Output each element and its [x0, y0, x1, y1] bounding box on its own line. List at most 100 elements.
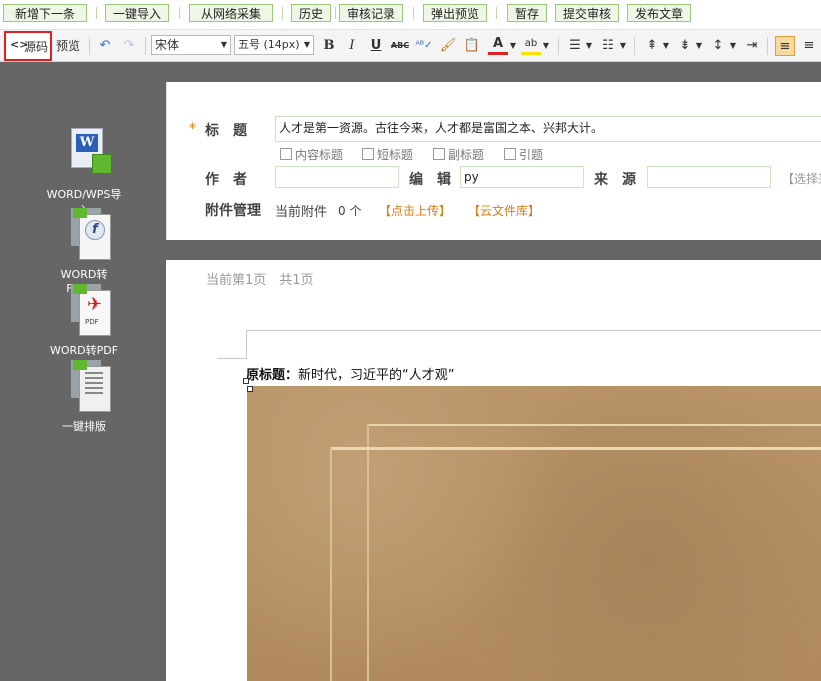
chevron-down-icon[interactable]: ▼ [619, 36, 627, 56]
author-input[interactable] [275, 166, 399, 188]
one-click-layout-label: 一键排版 [62, 420, 106, 433]
review-record-button[interactable]: 审核记录 [339, 4, 403, 22]
word-import-icon: W [59, 128, 112, 178]
page-top-guide [246, 330, 821, 331]
word-to-pdf-item[interactable]: ✈ PDF WORD转PDF [44, 284, 124, 358]
preview-button[interactable]: 预览 [54, 36, 82, 56]
separator [496, 7, 497, 19]
checkbox-label: 内容标题 [295, 148, 344, 162]
image-frame-line [367, 424, 821, 426]
word-to-flash-item[interactable]: f WORD转FLASH [44, 208, 124, 295]
editor-input[interactable]: py [460, 166, 584, 188]
chevron-down-icon[interactable]: ▼ [542, 36, 550, 56]
chevron-down-icon: ▼ [303, 40, 310, 49]
article-image[interactable] [247, 386, 821, 681]
chevron-down-icon[interactable]: ▼ [509, 36, 517, 56]
web-collect-button[interactable]: 从网络采集 [189, 4, 273, 22]
align-center-icon[interactable]: ≡ [799, 36, 819, 56]
source-label: 来 源 [594, 172, 636, 188]
save-draft-button[interactable]: 暂存 [507, 4, 547, 22]
cloud-library-link[interactable]: 【云文件库】 [468, 202, 540, 219]
add-next-button[interactable]: 新增下一条 [3, 4, 87, 22]
paragraph-spacing-icon[interactable]: ⇞ [642, 36, 662, 56]
checkbox-label: 短标题 [377, 148, 414, 162]
one-click-import-button[interactable]: 一键导入 [105, 4, 169, 22]
original-title-line[interactable]: 原标题：新时代，习近平的“人才观” [246, 364, 455, 383]
underline-icon[interactable]: U [366, 36, 386, 56]
chevron-down-icon[interactable]: ▼ [695, 36, 703, 56]
title-label: 标 题 [205, 123, 247, 139]
redo-icon[interactable]: ↷ [119, 36, 139, 56]
chevron-down-icon[interactable]: ▼ [729, 36, 737, 56]
source-button[interactable]: <> 源码 [4, 31, 52, 61]
editor-toolbar: <> 源码 预览 ↶ ↷ 宋体 ▼ 五号 (14px) ▼ B I U ABC ᴬᴮ… [0, 29, 821, 62]
ordered-list-icon[interactable]: ☰ [565, 36, 585, 56]
page-corner-guide [217, 358, 247, 359]
font-family-select[interactable]: 宋体 ▼ [151, 35, 231, 55]
font-size-select[interactable]: 五号 (14px) ▼ [234, 35, 314, 55]
separator [413, 7, 414, 19]
top-action-bar: 新增下一条 一键导入 从网络采集 历史 审核记录 弹出预览 暂存 提交审核 发布… [0, 0, 821, 28]
format-brush-icon[interactable]: 🖌 [438, 36, 458, 56]
font-family-value: 宋体 [155, 38, 180, 52]
word-to-pdf-label: WORD转PDF [49, 344, 119, 357]
divider [767, 37, 768, 55]
resize-handle[interactable] [247, 386, 253, 392]
history-button[interactable]: 历史 [291, 4, 331, 22]
separator [282, 7, 283, 19]
chevron-down-icon: ▼ [220, 40, 227, 49]
chevron-down-icon[interactable]: ▼ [585, 36, 593, 56]
undo-icon[interactable]: ↶ [95, 36, 115, 56]
current-attachment-label: 当前附件 [275, 205, 328, 220]
checkbox-short-title[interactable]: 短标题 [362, 146, 413, 163]
select-source-link[interactable]: 【选择来 [782, 170, 821, 187]
align-left-icon[interactable]: ≡ [775, 36, 795, 56]
source-label: 源码 [24, 40, 49, 54]
form-top-gutter [166, 62, 821, 82]
separator [335, 7, 336, 19]
font-color-icon[interactable]: A [488, 36, 508, 55]
divider [558, 37, 559, 55]
checkbox-subtitle[interactable]: 副标题 [433, 146, 484, 163]
line-spacing-before-icon[interactable]: ⇟ [675, 36, 695, 56]
page-info: 当前第1页 共1页 [206, 273, 314, 288]
author-label: 作 者 [205, 172, 247, 188]
flash-icon: f [59, 208, 111, 260]
page-corner-guide [246, 330, 247, 358]
image-frame-line [330, 447, 821, 450]
separator [96, 7, 97, 19]
italic-icon[interactable]: I [342, 36, 362, 56]
bold-icon[interactable]: B [319, 36, 339, 56]
upload-link[interactable]: 【点击上传】 [379, 202, 451, 219]
title-input[interactable]: 人才是第一资源。古往今来，人才都是富国之本、兴邦大计。 [275, 116, 821, 142]
strikethrough-icon[interactable]: ABC [390, 36, 410, 56]
editor-label: 编 辑 [409, 172, 451, 188]
left-tool-panel: W WORD/WPS导入 f WORD转FLASH ✈ PDF WORD转PDF [0, 62, 166, 681]
unordered-list-icon[interactable]: ☷ [598, 36, 618, 56]
required-mark: * [189, 121, 196, 137]
original-title-text: 新时代，习近平的“人才观” [298, 368, 455, 383]
submit-review-button[interactable]: 提交审核 [555, 4, 619, 22]
checkbox-box [362, 148, 374, 160]
checkbox-lead-title[interactable]: 引题 [504, 146, 543, 163]
attachment-count: 0 个 [338, 204, 362, 218]
source-input[interactable] [647, 166, 771, 188]
image-corner-handle[interactable] [243, 378, 249, 384]
checkbox-content-title[interactable]: 内容标题 [280, 146, 343, 163]
publish-article-button[interactable]: 发布文章 [627, 4, 691, 22]
line-height-icon[interactable]: ↕ [708, 36, 728, 56]
word-wps-import-item[interactable]: W WORD/WPS导入 [44, 128, 124, 218]
layout-icon [59, 360, 111, 412]
indent-icon[interactable]: ⇥ [742, 36, 762, 56]
paste-icon[interactable]: 📋 [462, 36, 482, 56]
checkbox-label: 副标题 [448, 148, 485, 162]
checkbox-box [433, 148, 445, 160]
separator [179, 7, 180, 19]
chevron-down-icon[interactable]: ▼ [662, 36, 670, 56]
highlight-icon[interactable]: ab [521, 36, 541, 55]
one-click-layout-item[interactable]: 一键排版 [44, 360, 124, 434]
spellcheck-icon[interactable]: ᴬᴮ✓ [414, 36, 434, 56]
attachment-label: 附件管理 [205, 203, 261, 219]
divider [89, 37, 90, 55]
popup-preview-button[interactable]: 弹出预览 [423, 4, 487, 22]
